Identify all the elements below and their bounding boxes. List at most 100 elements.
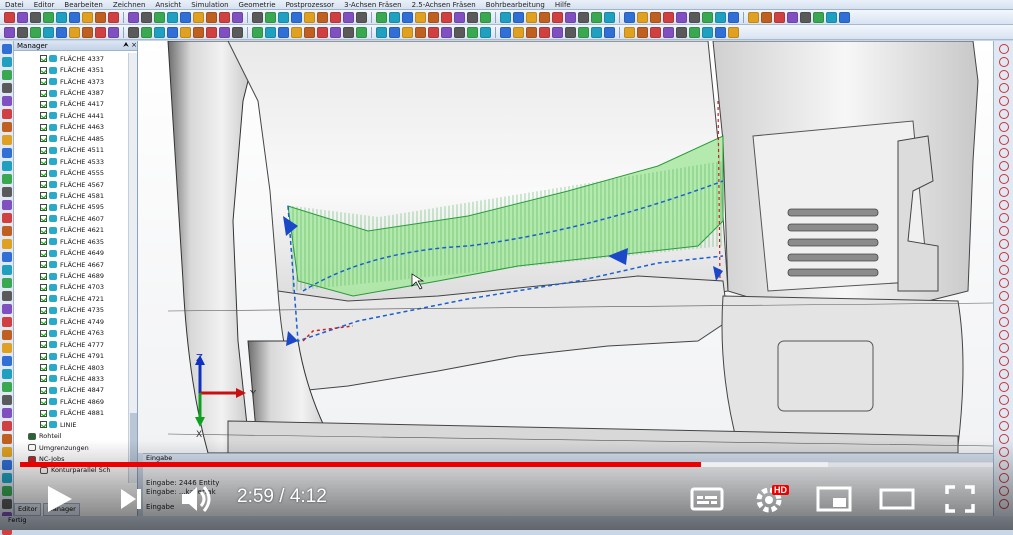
checkbox[interactable] bbox=[40, 100, 47, 108]
tree-item[interactable]: FLÄCHE 4667 bbox=[14, 259, 127, 270]
snap-tool-icon[interactable] bbox=[999, 408, 1009, 418]
toolbar-button-icon[interactable] bbox=[428, 11, 439, 23]
toolbar-button-icon[interactable] bbox=[526, 26, 537, 38]
tool-icon[interactable] bbox=[2, 213, 12, 223]
tool-icon[interactable] bbox=[2, 499, 12, 509]
tool-icon[interactable] bbox=[2, 395, 12, 405]
toolbar-button-icon[interactable] bbox=[304, 26, 315, 38]
tree-item[interactable]: FLÄCHE 4581 bbox=[14, 190, 127, 201]
menu-item[interactable]: 2.5-Achsen Fräsen bbox=[407, 1, 481, 9]
menu-item[interactable]: Bearbeiten bbox=[59, 1, 107, 9]
toolbar-button-icon[interactable] bbox=[637, 11, 648, 23]
manager-scrollbar[interactable] bbox=[128, 53, 137, 483]
toolbar-button-icon[interactable] bbox=[376, 11, 387, 23]
checkbox[interactable] bbox=[40, 272, 47, 280]
toolbar-button-icon[interactable] bbox=[715, 11, 726, 23]
toolbar-button-icon[interactable] bbox=[330, 11, 341, 23]
toolbar-button-icon[interactable] bbox=[552, 26, 563, 38]
toolbar-button-icon[interactable] bbox=[604, 11, 615, 23]
snap-tool-icon[interactable] bbox=[999, 239, 1009, 249]
tree-node-rohteil[interactable]: Rohteil bbox=[14, 430, 127, 441]
toolbar-button-icon[interactable] bbox=[839, 11, 850, 23]
toolbar-button-icon[interactable] bbox=[467, 26, 478, 38]
tree-item[interactable]: FLÄCHE 4703 bbox=[14, 282, 127, 293]
toolbar-button-icon[interactable] bbox=[180, 26, 191, 38]
snap-tool-icon[interactable] bbox=[999, 421, 1009, 431]
checkbox[interactable] bbox=[40, 192, 47, 200]
checkbox[interactable] bbox=[40, 78, 47, 86]
checkbox[interactable] bbox=[40, 398, 47, 406]
snap-tool-icon[interactable] bbox=[999, 460, 1009, 470]
tree-item[interactable]: FLÄCHE 4441 bbox=[14, 110, 127, 121]
snap-tool-icon[interactable] bbox=[999, 395, 1009, 405]
toolbar-button-icon[interactable] bbox=[800, 11, 811, 23]
toolbar-button-icon[interactable] bbox=[30, 26, 41, 38]
toolbar-button-icon[interactable] bbox=[376, 26, 387, 38]
snap-tool-icon[interactable] bbox=[999, 44, 1009, 54]
tool-icon[interactable] bbox=[2, 44, 12, 54]
toolbar-button-icon[interactable] bbox=[167, 11, 178, 23]
toolbar-button-icon[interactable] bbox=[650, 26, 661, 38]
tree-item[interactable]: FLÄCHE 4777 bbox=[14, 339, 127, 350]
tree-item[interactable]: FLÄCHE 4555 bbox=[14, 167, 127, 178]
snap-tool-icon[interactable] bbox=[999, 200, 1009, 210]
toolbar-button-icon[interactable] bbox=[813, 11, 824, 23]
toolbar-button-icon[interactable] bbox=[30, 11, 41, 23]
video-progress-bar[interactable] bbox=[20, 462, 993, 467]
toolbar-button-icon[interactable] bbox=[343, 11, 354, 23]
tool-icon[interactable] bbox=[2, 252, 12, 262]
checkbox[interactable] bbox=[40, 352, 47, 360]
toolbar-button-icon[interactable] bbox=[578, 11, 589, 23]
tool-icon[interactable] bbox=[2, 343, 12, 353]
tree-item[interactable]: FLÄCHE 4833 bbox=[14, 373, 127, 384]
checkbox[interactable] bbox=[40, 135, 47, 143]
manager-pin-close[interactable]: ⮝ × bbox=[123, 41, 137, 50]
snap-tool-icon[interactable] bbox=[999, 330, 1009, 340]
tree-item[interactable]: FLÄCHE 4881 bbox=[14, 408, 127, 419]
toolbar-button-icon[interactable] bbox=[604, 26, 615, 38]
snap-tool-icon[interactable] bbox=[999, 252, 1009, 262]
tree-item[interactable]: FLÄCHE 4689 bbox=[14, 270, 127, 281]
toolbar-button-icon[interactable] bbox=[180, 11, 191, 23]
menu-item[interactable]: Geometrie bbox=[234, 1, 281, 9]
snap-tool-icon[interactable] bbox=[999, 109, 1009, 119]
toolbar-button-icon[interactable] bbox=[761, 11, 772, 23]
snap-tool-icon[interactable] bbox=[999, 434, 1009, 444]
tree-item[interactable]: FLÄCHE 4649 bbox=[14, 247, 127, 258]
toolbar-button-icon[interactable] bbox=[500, 26, 511, 38]
tool-icon[interactable] bbox=[2, 161, 12, 171]
tree-item[interactable]: FLÄCHE 4847 bbox=[14, 385, 127, 396]
theater-mode-icon[interactable] bbox=[879, 486, 915, 512]
checkbox[interactable] bbox=[40, 181, 47, 189]
toolbar-button-icon[interactable] bbox=[539, 26, 550, 38]
snap-tool-icon[interactable] bbox=[999, 369, 1009, 379]
toolbar-button-icon[interactable] bbox=[539, 11, 550, 23]
toolbar-button-icon[interactable] bbox=[650, 11, 661, 23]
snap-tool-icon[interactable] bbox=[999, 187, 1009, 197]
toolbar-button-icon[interactable] bbox=[591, 26, 602, 38]
toolbar-button-icon[interactable] bbox=[43, 26, 54, 38]
scroll-thumb[interactable] bbox=[130, 413, 137, 463]
toolbar-button-icon[interactable] bbox=[69, 26, 80, 38]
menu-item[interactable]: Ansicht bbox=[150, 1, 186, 9]
toolbar-button-icon[interactable] bbox=[676, 11, 687, 23]
checkbox[interactable] bbox=[40, 123, 47, 131]
checkbox[interactable] bbox=[40, 249, 47, 257]
tool-icon[interactable] bbox=[2, 356, 12, 366]
toolbar-button-icon[interactable] bbox=[330, 26, 341, 38]
tool-icon[interactable] bbox=[2, 226, 12, 236]
checkbox[interactable] bbox=[40, 55, 47, 63]
toolbar-button-icon[interactable] bbox=[219, 26, 230, 38]
toolbar-button-icon[interactable] bbox=[774, 11, 785, 23]
toolbar-button-icon[interactable] bbox=[402, 11, 413, 23]
toolbar-button-icon[interactable] bbox=[552, 11, 563, 23]
checkbox[interactable] bbox=[40, 226, 47, 234]
tree-item[interactable]: FLÄCHE 4595 bbox=[14, 202, 127, 213]
toolbar-button-icon[interactable] bbox=[389, 26, 400, 38]
toolbar-button-icon[interactable] bbox=[82, 26, 93, 38]
toolbar-button-icon[interactable] bbox=[454, 26, 465, 38]
toolbar-button-icon[interactable] bbox=[206, 26, 217, 38]
toolbar-button-icon[interactable] bbox=[141, 11, 152, 23]
toolbar-button-icon[interactable] bbox=[232, 11, 243, 23]
checkbox[interactable] bbox=[40, 238, 47, 246]
